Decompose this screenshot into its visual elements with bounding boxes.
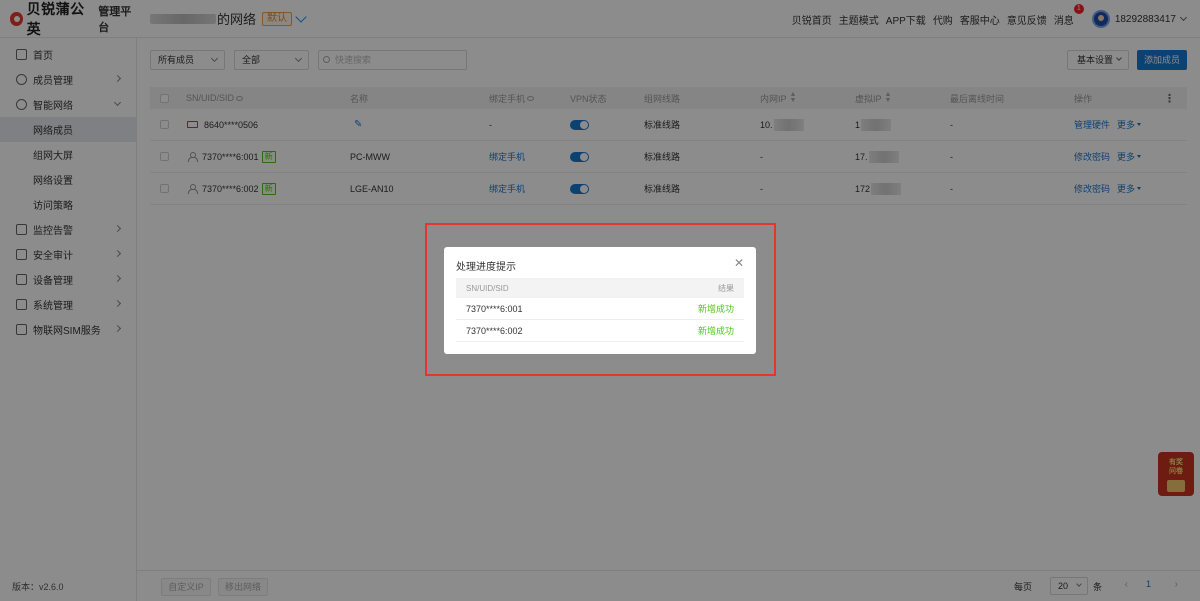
annotation-highlight-box: [425, 223, 776, 376]
